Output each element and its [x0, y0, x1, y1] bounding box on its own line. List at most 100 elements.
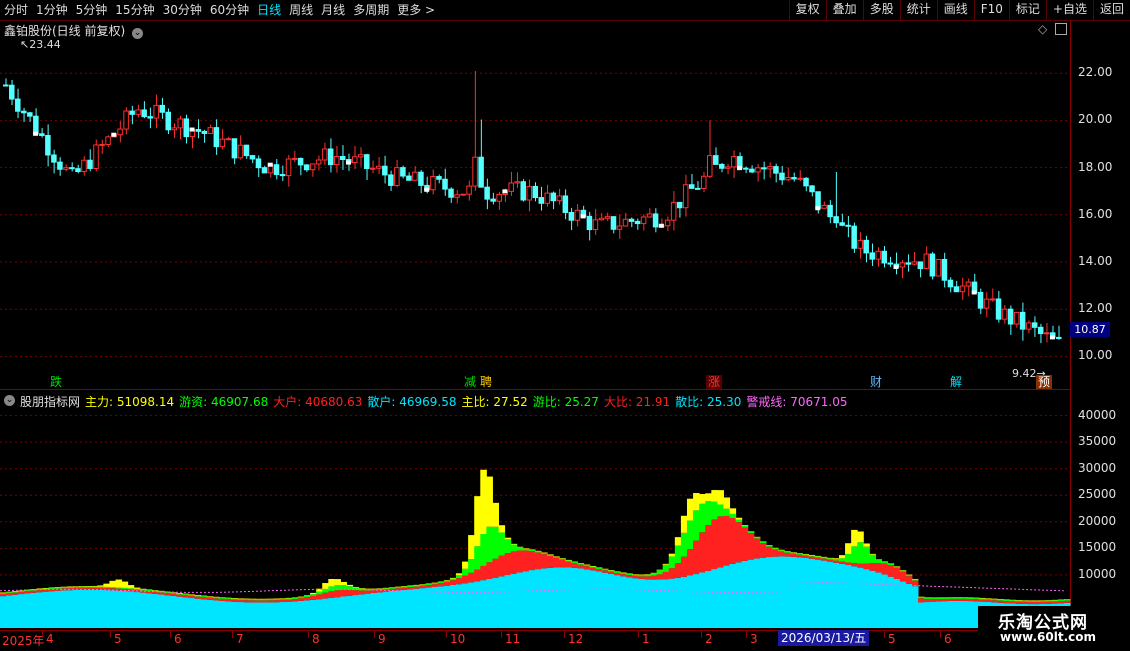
indicator-value: 散比: 25.30 [675, 395, 742, 409]
month-label: 7 [236, 632, 244, 646]
indicator-bar [638, 578, 645, 628]
indicator-bar [535, 550, 542, 552]
indicator-bar [735, 522, 743, 563]
candle-body [725, 166, 731, 169]
signal-tag[interactable]: 预 [1036, 375, 1053, 389]
candle-body [1037, 326, 1044, 335]
indicator-bar [595, 571, 603, 628]
indicator-bar [504, 537, 512, 540]
indicator-bar [1009, 599, 1016, 601]
indicator-bar [826, 559, 834, 562]
indicator-bar [237, 598, 244, 600]
candle-body [273, 164, 280, 176]
candle-body [93, 144, 99, 170]
indicator-bar [164, 593, 171, 596]
indicator-bar [516, 572, 524, 628]
candle-body [628, 218, 635, 222]
indicator-bar [188, 598, 196, 628]
indicator-bar [316, 599, 323, 628]
indicator-bar [595, 567, 603, 569]
indicator-bar [620, 572, 627, 574]
indicator-bar [741, 525, 749, 526]
candle-body [237, 144, 244, 159]
candle-body [303, 164, 310, 171]
signal-tag[interactable]: 解 [948, 375, 964, 389]
indicator-bar [583, 569, 591, 628]
indicator-bar [1045, 600, 1053, 601]
indicator-bar [0, 594, 7, 597]
indicator-bar [686, 575, 694, 628]
indicator-bar [182, 597, 189, 628]
indicator-bar [796, 553, 803, 554]
candle-body [285, 158, 292, 177]
indicator-bar [182, 593, 189, 595]
signal-tag[interactable]: 财 [868, 375, 884, 389]
indicator-bar [480, 580, 487, 628]
indicator-bar [60, 590, 68, 628]
indicator-bar [802, 557, 810, 628]
indicator-bar [127, 588, 135, 590]
indicator-bar [54, 590, 62, 628]
indicator-bar [826, 561, 834, 628]
indicator-bar [273, 598, 281, 600]
indicator-bar [759, 557, 767, 628]
indicator-bar [717, 490, 724, 505]
candle-body [201, 130, 208, 134]
indicator-name[interactable]: 股朋指标网 [20, 393, 80, 410]
indicator-bar [194, 595, 202, 597]
indicator-bar [194, 598, 202, 628]
indicator-bar [924, 597, 931, 599]
indicator-bar [79, 586, 86, 588]
indicator-bar [449, 580, 457, 585]
indicator-bar [942, 597, 949, 598]
indicator-bar [820, 560, 828, 628]
indicator-bar [407, 586, 414, 588]
candle-body [700, 175, 707, 189]
indicator-bar [826, 558, 834, 560]
indicator-bar [133, 592, 141, 628]
candle-body [803, 177, 809, 187]
month-tick [501, 631, 502, 638]
indicator-bar [887, 563, 895, 565]
event-marker [502, 189, 508, 194]
indicator-bar [297, 596, 305, 598]
candle-body [351, 156, 358, 164]
indicator-bar [389, 590, 396, 628]
indicator-bar [626, 573, 633, 575]
chevron-down-icon[interactable]: ⌄ [4, 395, 15, 406]
indicator-bar [729, 508, 737, 514]
indicator-bar [857, 542, 864, 564]
signal-tag[interactable]: 聘 [478, 375, 494, 389]
indicator-bar [711, 501, 718, 520]
indicator-bar [559, 567, 566, 628]
month-label: 8 [312, 632, 320, 646]
indicator-bar [115, 579, 123, 588]
candle-body [652, 213, 659, 228]
indicator-value: 散户: 46969.58 [367, 395, 457, 409]
indicator-bar [638, 574, 645, 576]
signal-tag[interactable]: 减 [462, 375, 478, 389]
indicator-bar [455, 574, 463, 579]
high-arrow-icon: ↖ [20, 38, 30, 51]
candle-body [713, 155, 719, 165]
indicator-bar [188, 595, 196, 599]
indicator-bar [425, 584, 433, 586]
indicator-bar [541, 553, 548, 555]
candle-body [929, 253, 936, 277]
candle-body [333, 155, 340, 166]
candle-body [797, 177, 803, 180]
candle-body [761, 167, 767, 170]
indicator-bar [72, 586, 80, 588]
indicator-bar [911, 586, 919, 628]
signal-tag[interactable]: 涨 [706, 375, 723, 389]
indicator-bar [577, 564, 585, 569]
indicator-bar [1015, 600, 1022, 601]
signal-tag[interactable]: 跌 [48, 375, 64, 389]
indicator-bar [632, 574, 639, 575]
indicator-bar [918, 602, 925, 628]
indicator-bar [845, 543, 852, 554]
event-marker [737, 166, 743, 171]
indicator-bar [72, 589, 80, 628]
indicator-bar [632, 574, 639, 576]
indicator-bar [772, 549, 779, 557]
